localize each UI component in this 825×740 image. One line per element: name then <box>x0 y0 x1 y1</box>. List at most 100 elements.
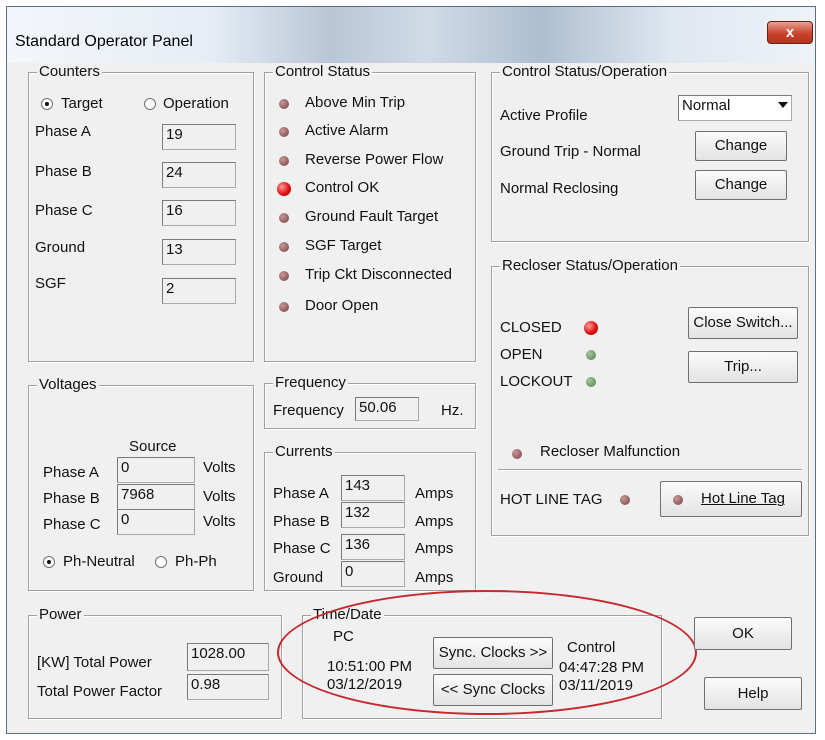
closed-led-icon <box>584 321 598 335</box>
counter-value: 19 <box>162 124 236 150</box>
control-status-group: Control Status Above Min Trip Active Ala… <box>264 63 476 362</box>
status-label: Control OK <box>305 179 380 196</box>
close-icon: x <box>785 24 795 41</box>
amps-unit: Amps <box>415 485 454 502</box>
ph-neutral-radio[interactable] <box>43 556 55 568</box>
close-button[interactable]: x <box>767 21 813 44</box>
help-label: Help <box>737 685 769 702</box>
counter-label: Phase C <box>35 202 93 219</box>
status-label: SGF Target <box>305 237 382 254</box>
window-title: Standard Operator Panel <box>15 33 193 50</box>
volts-unit: Volts <box>203 488 236 505</box>
current-label: Phase C <box>273 540 331 557</box>
close-switch-button[interactable]: Close Switch... <box>688 307 798 339</box>
change-button-label: Change <box>714 137 768 154</box>
title-bar: Standard Operator Panel x <box>7 7 815 63</box>
voltages-legend: Voltages <box>37 376 99 394</box>
current-label: Phase A <box>273 485 329 502</box>
active-profile-select[interactable]: Normal <box>678 95 792 121</box>
counter-label: Phase A <box>35 123 91 140</box>
hot-line-tag-button-label: Hot Line Tag <box>701 490 785 507</box>
control-operation-legend: Control Status/Operation <box>500 63 670 81</box>
voltage-label: Phase C <box>43 516 101 533</box>
current-label: Ground <box>273 569 324 586</box>
control-operation-group: Control Status/Operation Active Profile … <box>491 63 809 242</box>
counter-value: 16 <box>162 200 236 226</box>
recloser-group: Recloser Status/Operation CLOSED OPEN LO… <box>491 257 809 536</box>
ground-trip-change-button[interactable]: Change <box>695 131 787 161</box>
frequency-group: Frequency Frequency 50.06 Hz. <box>264 374 476 429</box>
open-led-icon <box>586 350 596 360</box>
status-led-icon <box>279 127 289 137</box>
status-led-icon <box>279 213 289 223</box>
ph-neutral-label: Ph-Neutral <box>63 553 135 570</box>
total-power-label: [KW] Total Power <box>37 654 152 671</box>
target-radio[interactable] <box>41 98 53 110</box>
active-profile-label: Active Profile <box>500 107 588 124</box>
lockout-led-icon <box>586 377 596 387</box>
control-status-legend: Control Status <box>273 63 373 81</box>
ok-button[interactable]: OK <box>694 617 792 650</box>
ph-ph-label: Ph-Ph <box>175 553 217 570</box>
currents-group: Currents Phase A 143 Amps Phase B 132 Am… <box>264 443 476 591</box>
close-switch-label: Close Switch... <box>693 314 793 331</box>
voltage-value: 0 <box>117 457 195 483</box>
counter-value: 24 <box>162 162 236 188</box>
chevron-down-icon <box>778 102 788 108</box>
hot-line-tag-button-led-icon <box>673 495 683 505</box>
operation-radio[interactable] <box>144 98 156 110</box>
counters-legend: Counters <box>37 63 102 81</box>
target-radio-label: Target <box>61 95 103 112</box>
trip-button[interactable]: Trip... <box>688 351 798 383</box>
voltage-label: Phase A <box>43 464 99 481</box>
voltage-label: Phase B <box>43 490 100 507</box>
frequency-legend: Frequency <box>273 374 348 392</box>
current-label: Phase B <box>273 513 330 530</box>
status-label: Trip Ckt Disconnected <box>305 266 452 283</box>
volts-unit: Volts <box>203 513 236 530</box>
frequency-value: 50.06 <box>355 397 419 421</box>
reclosing-label: Normal Reclosing <box>500 180 619 197</box>
counter-label: Phase B <box>35 163 92 180</box>
status-led-icon <box>279 99 289 109</box>
change-button-label: Change <box>714 176 768 193</box>
total-power-value: 1028.00 <box>187 643 269 671</box>
source-header: Source <box>129 438 177 455</box>
counter-value: 2 <box>162 278 236 304</box>
operation-radio-label: Operation <box>163 95 229 112</box>
trip-label: Trip... <box>724 358 762 375</box>
ground-trip-label: Ground Trip - Normal <box>500 143 641 160</box>
status-label: Ground Fault Target <box>305 208 439 225</box>
malfunction-led-icon <box>512 449 522 459</box>
amps-unit: Amps <box>415 513 454 530</box>
active-profile-value: Normal <box>682 97 731 114</box>
status-led-icon <box>279 302 289 312</box>
power-legend: Power <box>37 606 84 624</box>
counters-group: Counters Target Operation Phase A 19 Pha… <box>28 63 254 362</box>
power-group: Power [KW] Total Power 1028.00 Total Pow… <box>28 606 282 719</box>
status-led-icon <box>279 156 289 166</box>
amps-unit: Amps <box>415 569 454 586</box>
power-factor-value: 0.98 <box>187 674 269 700</box>
current-value: 143 <box>341 475 405 501</box>
voltage-value: 0 <box>117 509 195 535</box>
ph-ph-radio[interactable] <box>155 556 167 568</box>
status-label: Door Open <box>305 297 379 314</box>
counter-label: SGF <box>35 275 66 292</box>
status-label: Above Min Trip <box>305 94 406 111</box>
status-label: Active Alarm <box>305 122 389 139</box>
currents-legend: Currents <box>273 443 335 461</box>
recloser-divider <box>498 469 802 471</box>
power-factor-label: Total Power Factor <box>37 683 163 700</box>
current-value: 132 <box>341 502 405 528</box>
status-led-icon <box>279 242 289 252</box>
reclosing-change-button[interactable]: Change <box>695 170 787 200</box>
recloser-legend: Recloser Status/Operation <box>500 257 680 275</box>
hot-line-tag-button[interactable]: Hot Line Tag <box>660 481 802 517</box>
help-button[interactable]: Help <box>704 677 802 710</box>
voltages-group: Voltages Source Phase A 0 Volts Phase B … <box>28 376 254 591</box>
lockout-label: LOCKOUT <box>500 373 573 390</box>
counter-label: Ground <box>35 239 86 256</box>
hot-line-tag-label: HOT LINE TAG <box>500 491 603 508</box>
volts-unit: Volts <box>203 459 236 476</box>
